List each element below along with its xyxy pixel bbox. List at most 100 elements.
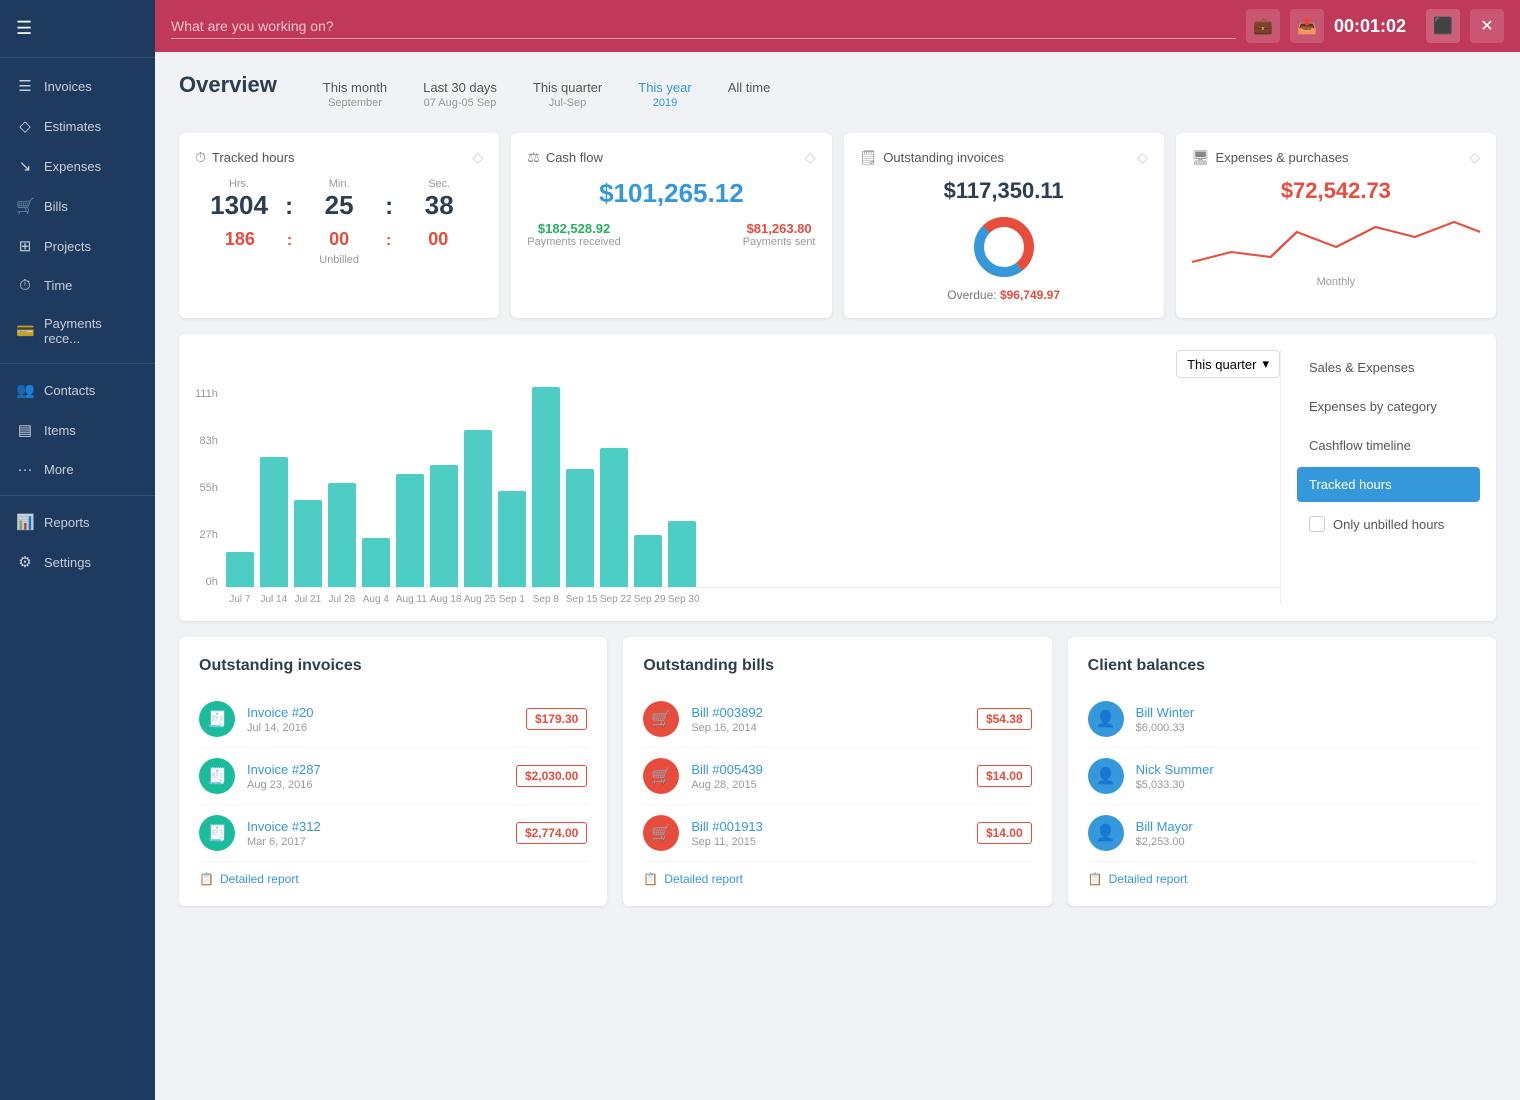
sidebar-item-time[interactable]: ⏱ Time — [0, 266, 155, 305]
bar-label: Jul 21 — [294, 594, 322, 605]
more-icon: ··· — [16, 461, 34, 478]
control-tracked-hours[interactable]: Tracked hours — [1297, 467, 1480, 502]
bill-list-item-3: 🛒 Bill #001913 Sep 11, 2015 $14.00 — [643, 805, 1031, 862]
unbilled-label: Unbilled — [195, 254, 483, 266]
bar — [464, 430, 492, 587]
overdue-label: Overdue: $96,749.97 — [860, 288, 1148, 302]
chart-section: This quarter ▾ 111h 83h 55h 27h 0h Jul 7… — [179, 334, 1496, 621]
close-button[interactable]: ✕ — [1470, 9, 1504, 43]
sidebar-item-contacts[interactable]: 👥 Contacts — [0, 370, 155, 410]
invoice-amount-2: $2,030.00 — [516, 765, 587, 787]
bar-label: Aug 25 — [464, 594, 492, 605]
invoice-list-item-3: 🧾 Invoice #312 Mar 6, 2017 $2,774.00 — [199, 805, 587, 862]
pin-invoices-icon[interactable]: ◇ — [1137, 149, 1148, 166]
clients-detailed-report[interactable]: 📋 Detailed report — [1088, 862, 1476, 886]
outstanding-amount: $117,350.11 — [860, 178, 1148, 204]
bar — [294, 500, 322, 587]
client-list-item-2: 👤 Nick Summer $5,033.30 — [1088, 748, 1476, 805]
control-expenses-category[interactable]: Expenses by category — [1297, 389, 1480, 424]
clock-icon: ⏱ — [195, 149, 206, 166]
send-button[interactable]: 📤 — [1290, 9, 1324, 43]
tab-this-month[interactable]: This month September — [305, 76, 405, 113]
chart-period-selector[interactable]: This quarter ▾ — [1176, 350, 1280, 378]
invoice-avatar-3: 🧾 — [199, 815, 235, 851]
hours-display: Hrs.1304 : Min.25 : Sec.38 — [195, 178, 483, 221]
sidebar: ☰ ☰ Invoices ◇ Estimates ↘ Expenses 🛒 Bi… — [0, 0, 155, 1100]
pin-cashflow-icon[interactable]: ◇ — [805, 149, 816, 166]
control-cashflow-timeline[interactable]: Cashflow timeline — [1297, 428, 1480, 463]
invoice-list-item-2: 🧾 Invoice #287 Aug 23, 2016 $2,030.00 — [199, 748, 587, 805]
bars-container — [226, 388, 1280, 588]
bar-label: Sep 8 — [532, 594, 560, 605]
sidebar-item-more[interactable]: ··· More — [0, 450, 155, 489]
pin-hours-icon[interactable]: ◇ — [472, 149, 483, 166]
client-name-3[interactable]: Bill Mayor — [1136, 819, 1476, 834]
client-amount-3: $2,253.00 — [1136, 836, 1476, 848]
search-input[interactable] — [171, 14, 1236, 39]
bill-name-2[interactable]: Bill #005439 — [691, 762, 965, 777]
bar-label: Aug 18 — [430, 594, 458, 605]
bar — [430, 465, 458, 587]
hamburger-icon[interactable]: ☰ — [16, 18, 32, 39]
unbilled-checkbox[interactable] — [1309, 516, 1325, 532]
bar — [362, 538, 390, 587]
expenses-amount: $72,542.73 — [1192, 178, 1480, 204]
cash-flow-widget: ⚖ Cash flow ◇ $101,265.12 $182,528.92 Pa… — [511, 133, 831, 318]
client-list-item-1: 👤 Bill Winter $6,000.33 — [1088, 691, 1476, 748]
contacts-icon: 👥 — [16, 381, 34, 399]
bill-date-1: Sep 16, 2014 — [691, 722, 965, 734]
bills-detailed-report[interactable]: 📋 Detailed report — [643, 862, 1031, 886]
invoice-name-3[interactable]: Invoice #312 — [247, 819, 504, 834]
tab-this-quarter[interactable]: This quarter Jul-Sep — [515, 76, 620, 113]
bills-report-icon: 📋 — [643, 872, 658, 886]
invoice-name-2[interactable]: Invoice #287 — [247, 762, 504, 777]
tab-this-year[interactable]: This year 2019 — [620, 76, 709, 113]
bill-name-3[interactable]: Bill #001913 — [691, 819, 965, 834]
bar — [260, 457, 288, 587]
invoices-detailed-report[interactable]: 📋 Detailed report — [199, 862, 587, 886]
sidebar-item-projects[interactable]: ⊞ Projects — [0, 226, 155, 266]
chart-controls: Sales & Expenses Expenses by category Ca… — [1280, 350, 1480, 605]
widget-header-hours: ⏱ Tracked hours ◇ — [195, 149, 483, 166]
expenses-line-chart — [1192, 212, 1480, 272]
sidebar-item-payments[interactable]: 💳 Payments rece... — [0, 305, 155, 357]
sidebar-item-bills[interactable]: 🛒 Bills — [0, 186, 155, 226]
invoice-avatar-2: 🧾 — [199, 758, 235, 794]
bar-label: Aug 4 — [362, 594, 390, 605]
pin-expenses-icon[interactable]: ◇ — [1469, 149, 1480, 166]
tab-last-30[interactable]: Last 30 days 07 Aug-05 Sep — [405, 76, 515, 113]
bill-name-1[interactable]: Bill #003892 — [691, 705, 965, 720]
tab-all-time[interactable]: All time — [710, 76, 789, 113]
bill-avatar-2: 🛒 — [643, 758, 679, 794]
unbilled-hours-toggle[interactable]: Only unbilled hours — [1297, 506, 1480, 542]
expenses-purchases-widget: 🖥 Expenses & purchases ◇ $72,542.73 Mont… — [1176, 133, 1496, 318]
widgets-row: ⏱ Tracked hours ◇ Hrs.1304 : Min.25 : Se… — [179, 133, 1496, 318]
invoice-name-1[interactable]: Invoice #20 — [247, 705, 514, 720]
sidebar-item-expenses[interactable]: ↘ Expenses — [0, 146, 155, 186]
outstanding-bills-title: Outstanding bills — [643, 657, 1031, 675]
control-sales-expenses[interactable]: Sales & Expenses — [1297, 350, 1480, 385]
bar — [328, 483, 356, 587]
overview-header: Overview This month September Last 30 da… — [179, 72, 1496, 113]
stop-button[interactable]: ⬛ — [1426, 9, 1460, 43]
sidebar-item-items[interactable]: ▤ Items — [0, 410, 155, 450]
client-name-1[interactable]: Bill Winter — [1136, 705, 1476, 720]
sidebar-item-invoices[interactable]: ☰ Invoices — [0, 66, 155, 106]
page-title: Overview — [179, 72, 277, 98]
client-avatar-2: 👤 — [1088, 758, 1124, 794]
bar-label: Sep 15 — [566, 594, 594, 605]
briefcase-button[interactable]: 💼 — [1246, 9, 1280, 43]
client-name-2[interactable]: Nick Summer — [1136, 762, 1476, 777]
expenses-icon: ↘ — [16, 157, 34, 175]
donut-chart — [969, 212, 1039, 282]
chart-area: This quarter ▾ 111h 83h 55h 27h 0h Jul 7… — [195, 350, 1280, 605]
sidebar-item-reports[interactable]: 📊 Reports — [0, 502, 155, 542]
outstanding-invoices-title: Outstanding invoices — [199, 657, 587, 675]
invoice-list-item-1: 🧾 Invoice #20 Jul 14, 2016 $179.30 — [199, 691, 587, 748]
payments-received: $182,528.92 Payments received — [527, 221, 621, 248]
client-balances-card: Client balances 👤 Bill Winter $6,000.33 … — [1068, 637, 1496, 906]
sidebar-item-estimates[interactable]: ◇ Estimates — [0, 106, 155, 146]
sidebar-item-settings[interactable]: ⚙ Settings — [0, 542, 155, 582]
bar — [226, 552, 254, 587]
invoice-date-3: Mar 6, 2017 — [247, 836, 504, 848]
